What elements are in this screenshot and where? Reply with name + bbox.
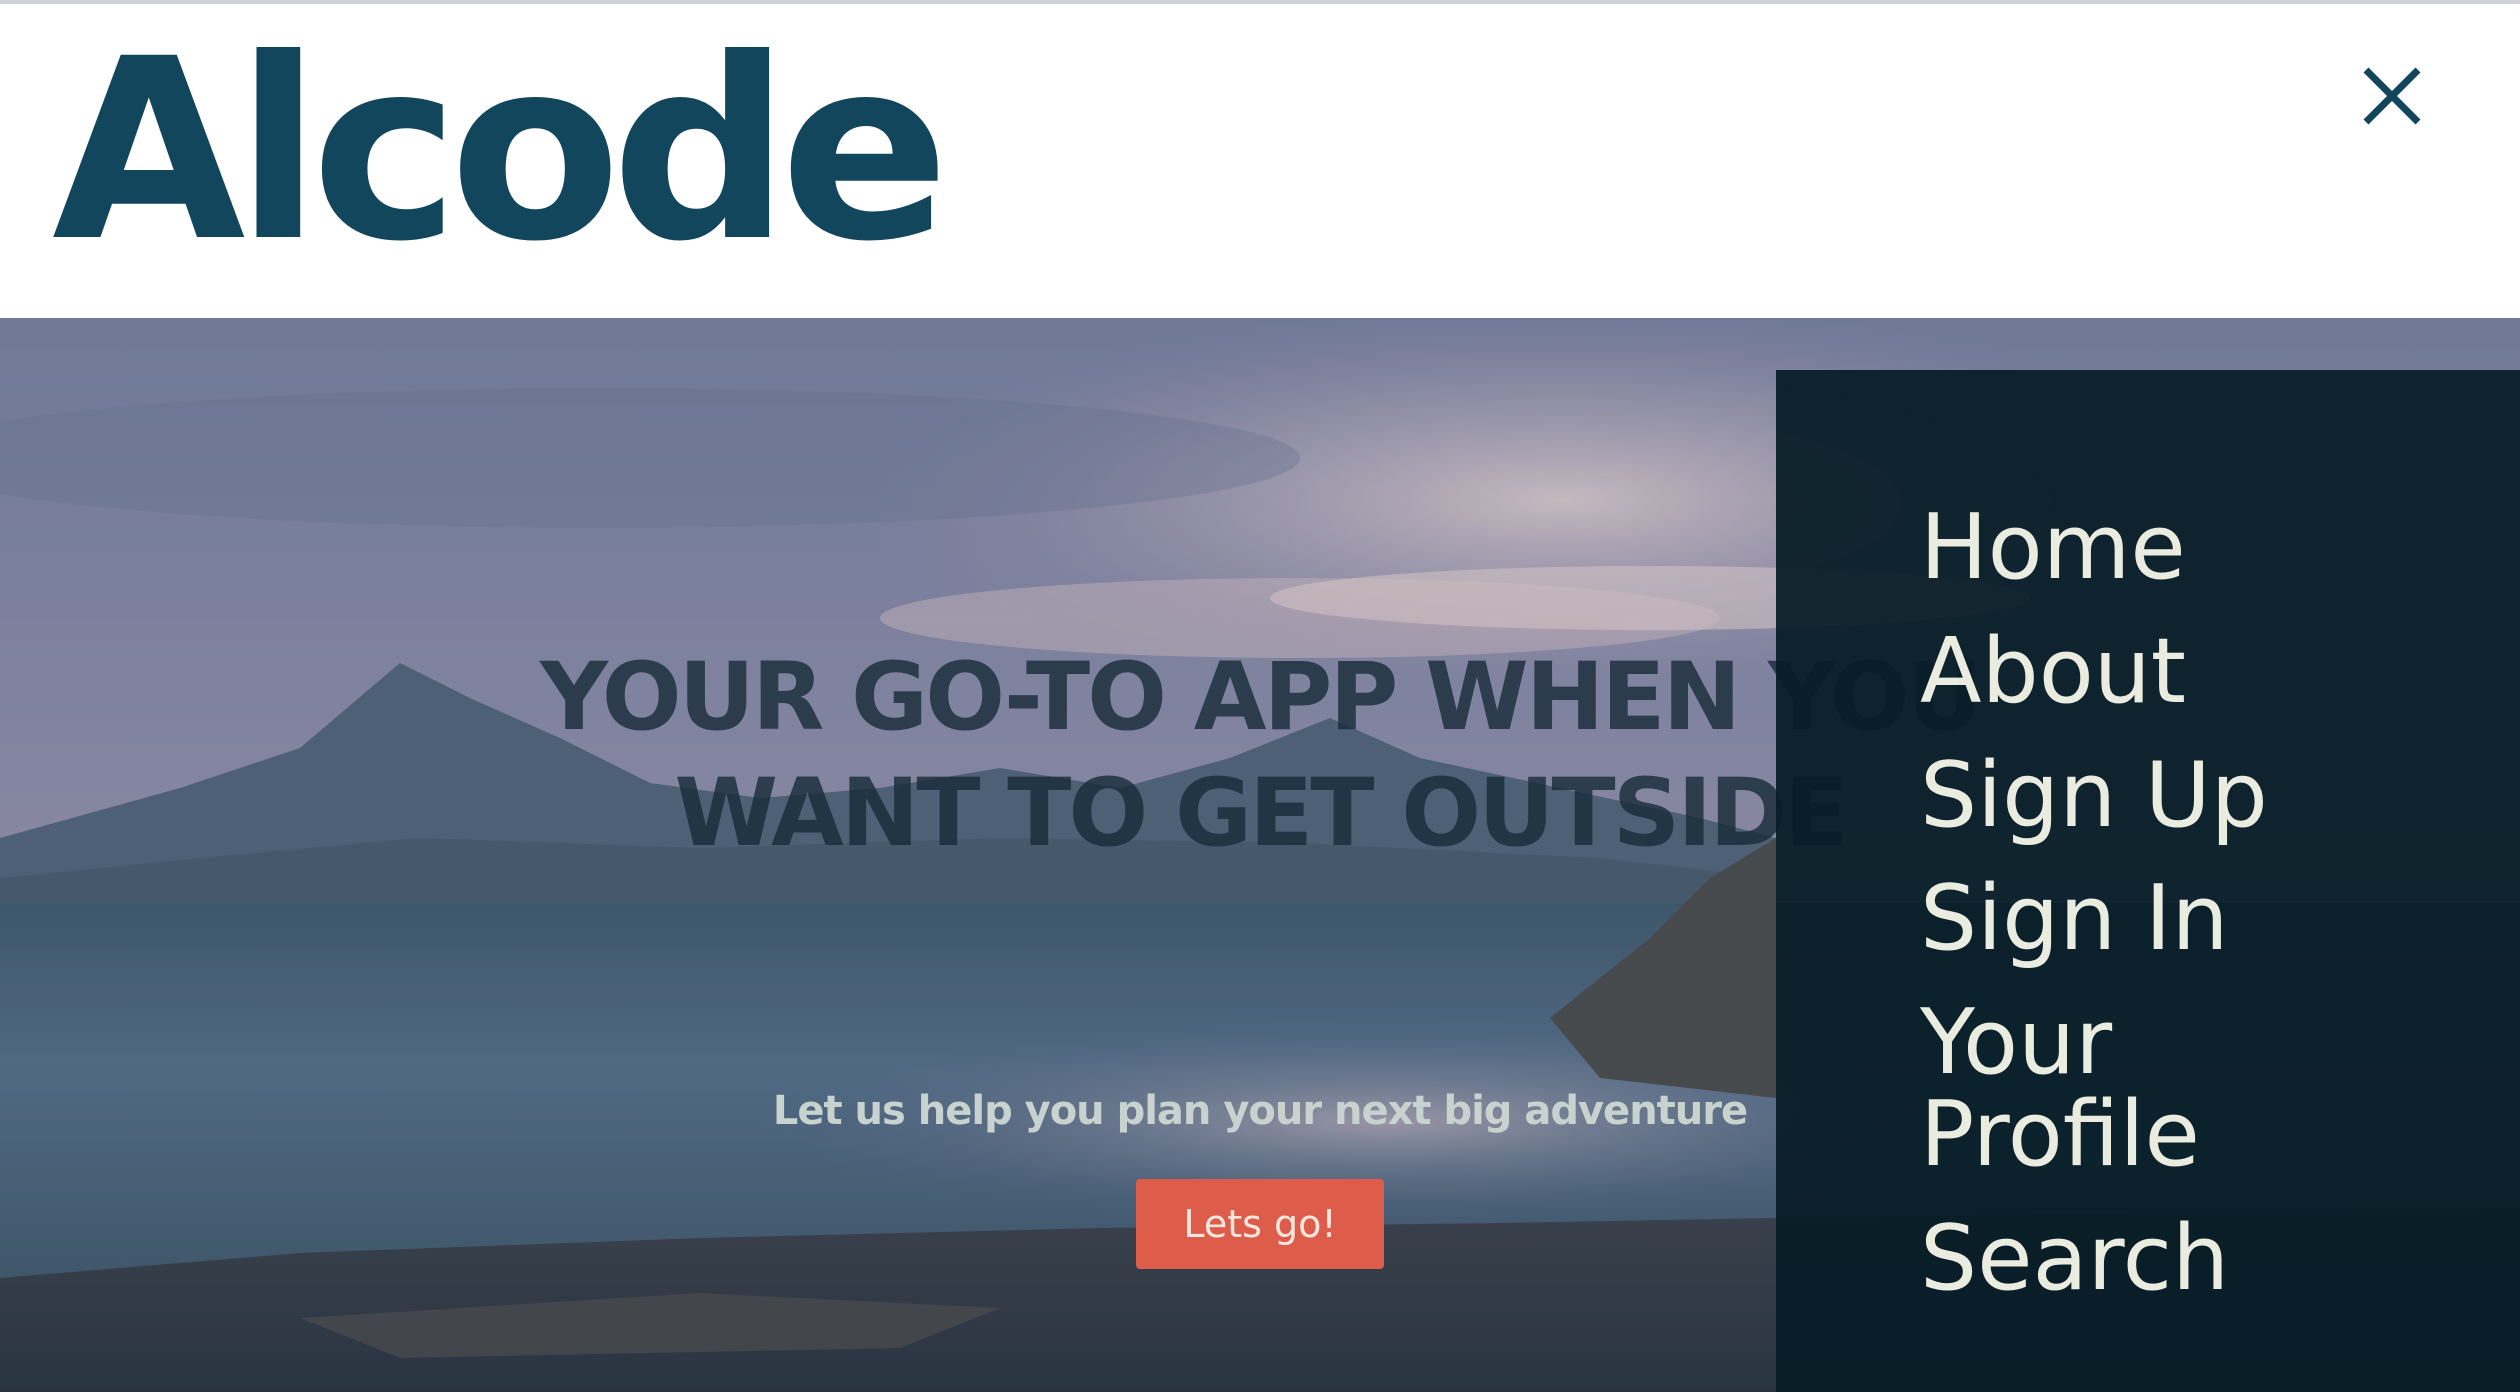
nav-item-sign-up[interactable]: Sign Up	[1920, 750, 2268, 842]
nav-item-your-profile-line-1[interactable]: Your	[1920, 997, 2112, 1089]
brand-logo[interactable]: Alcode	[52, 26, 950, 276]
nav-item-about[interactable]: About	[1920, 626, 2186, 718]
nav-menu-panel: Home About Sign Up Sign In Your Profile …	[1776, 370, 2520, 1392]
close-icon	[2363, 67, 2421, 125]
nav-item-search[interactable]: Search	[1920, 1213, 2229, 1305]
close-menu-button[interactable]	[2352, 56, 2432, 136]
site-header: Alcode	[0, 4, 2520, 318]
lets-go-button[interactable]: Lets go!	[1136, 1179, 1384, 1269]
nav-item-sign-in[interactable]: Sign In	[1920, 873, 2229, 965]
nav-item-your-profile-line-2[interactable]: Profile	[1920, 1089, 2200, 1181]
nav-item-home[interactable]: Home	[1920, 502, 2186, 594]
